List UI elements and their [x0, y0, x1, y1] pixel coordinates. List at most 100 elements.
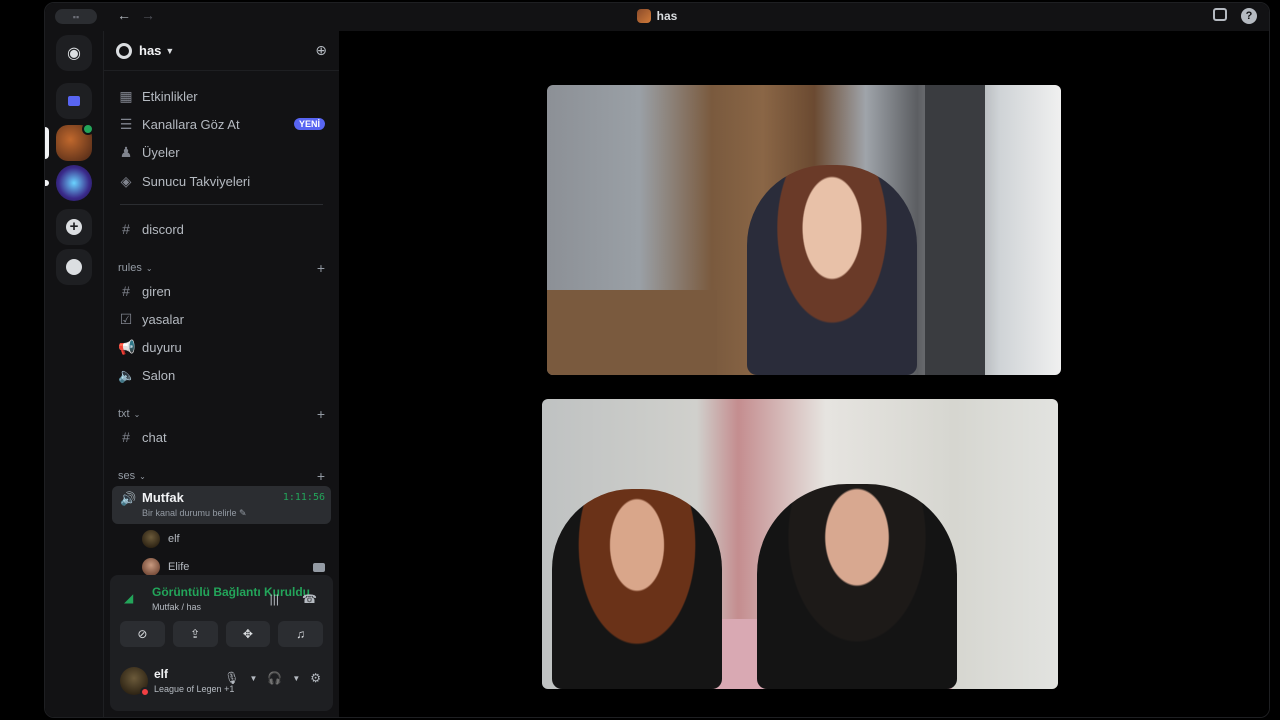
calendar-icon: ▦	[119, 87, 133, 104]
channel-salon[interactable]: 🔈 Salon	[112, 362, 331, 388]
avatar	[142, 530, 160, 548]
server-other-icon[interactable]	[56, 165, 92, 201]
channel-name: duyuru	[142, 339, 182, 355]
video-stage	[339, 31, 1269, 717]
live-indicator	[82, 123, 94, 135]
video-tile[interactable]	[547, 85, 1061, 375]
server-header[interactable]: has ▼ ⊕	[104, 31, 339, 71]
title-actions: ?	[1213, 8, 1257, 24]
menu-browse-channels[interactable]: ☰ Kanallara Göz At YENİ	[112, 111, 331, 137]
headphones-icon[interactable]: 🎧	[267, 671, 282, 685]
category-ses[interactable]: ses ⌄ +	[118, 468, 325, 484]
call-timer: 1:11:56	[282, 492, 325, 503]
disconnect-icon[interactable]: ☎	[302, 592, 317, 606]
hash-icon: #	[122, 283, 130, 299]
checkbox-channel-icon: ☑	[119, 310, 133, 327]
selected-pill	[45, 127, 49, 159]
channel-sidebar: has ▼ ⊕ ▦ Etkinlikler ☰ Kanallara Göz At…	[103, 31, 339, 717]
window-title: has	[45, 9, 1269, 23]
connection-status-text[interactable]: Görüntülü Bağlantı Kuruldu	[152, 585, 310, 599]
category-rules[interactable]: rules ⌄ +	[118, 260, 325, 276]
members-icon: ♟	[119, 143, 133, 160]
server-icon	[636, 9, 651, 23]
user-panel: elf League of Legen +1 🎙 ▼ 🎧 ▼ ⚙	[118, 661, 325, 703]
channel-name: chat	[142, 429, 167, 445]
username[interactable]: elf	[154, 667, 168, 681]
discover-icon[interactable]	[56, 249, 92, 285]
divider	[120, 204, 323, 205]
signal-icon: ◢	[124, 591, 134, 605]
menu-server-boosts[interactable]: ◈ Sunucu Takviyeleri	[112, 168, 331, 194]
window-title-text: has	[656, 9, 678, 23]
voice-channel-name: Mutfak	[142, 490, 184, 505]
user-controls: 🎙 ▼ 🎧 ▼ ⚙	[224, 671, 321, 685]
connection-location[interactable]: Mutfak / has	[152, 602, 201, 612]
channel-name: Salon	[142, 367, 176, 383]
add-channel-icon[interactable]: +	[317, 468, 325, 484]
category-name: rules	[118, 262, 142, 274]
browse-channels-icon: ☰	[119, 115, 133, 132]
folder-icon[interactable]	[56, 83, 92, 119]
server-has-icon[interactable]	[56, 123, 94, 161]
menu-label: Sunucu Takviyeleri	[142, 173, 251, 189]
channel-duyuru[interactable]: 📢 duyuru	[112, 334, 331, 360]
add-server-icon[interactable]: +	[56, 209, 92, 245]
channel-yasalar[interactable]: ☑ yasalar	[112, 306, 331, 332]
menu-members[interactable]: ♟ Üyeler	[112, 139, 331, 165]
discord-home-icon[interactable]: ◉	[56, 35, 92, 71]
camera-icon	[313, 562, 325, 572]
channel-name: discord	[142, 221, 184, 237]
voice-user-name: elf	[168, 533, 180, 545]
menu-events[interactable]: ▦ Etkinlikler	[112, 83, 331, 109]
server-gear-icon	[116, 42, 132, 59]
chevron-down-icon: ⌄	[139, 471, 146, 481]
channel-giren[interactable]: # giren	[112, 278, 331, 304]
channel-chat[interactable]: # chat	[112, 424, 331, 450]
chevron-down-icon: ▼	[165, 45, 175, 56]
inbox-icon[interactable]	[1213, 8, 1227, 21]
video-background	[925, 85, 985, 375]
avatar	[142, 558, 160, 576]
menu-label: Kanallara Göz At	[142, 116, 240, 132]
video-tile[interactable]	[542, 399, 1058, 689]
speaker-icon: 🔊	[120, 491, 137, 506]
category-txt[interactable]: txt ⌄ +	[118, 406, 325, 422]
active-voice-channel[interactable]: 🔊 Mutfak 1:11:56 Bir kanal durumu belirl…	[112, 486, 331, 524]
voice-panel: ◢ Görüntülü Bağlantı Kuruldu Mutfak / ha…	[110, 575, 333, 711]
hash-icon: #	[122, 221, 130, 237]
microphone-icon[interactable]: 🎙	[224, 671, 239, 685]
video-participant	[747, 165, 917, 375]
channel-name: giren	[142, 283, 171, 299]
channel-discord[interactable]: # discord	[112, 216, 331, 242]
gear-icon[interactable]: ⚙	[310, 671, 321, 685]
boost-icon: ◈	[120, 172, 132, 189]
activities-icon[interactable]: ✥	[225, 621, 271, 647]
channel-name: yasalar	[142, 311, 184, 327]
status-dnd-icon	[140, 687, 150, 697]
help-icon[interactable]: ?	[1241, 8, 1257, 24]
screen-share-icon[interactable]: ⇪	[172, 621, 218, 647]
category-name: txt	[118, 408, 130, 420]
hash-icon: #	[122, 429, 130, 445]
soundboard-icon[interactable]: ♫	[278, 621, 323, 647]
invite-user-icon[interactable]: ⊕	[315, 42, 327, 59]
camera-off-icon[interactable]: ⊘	[120, 621, 165, 647]
speaker-icon: 🔈	[118, 366, 136, 383]
category-name: ses	[118, 470, 136, 482]
new-badge: YENİ	[293, 118, 325, 130]
chevron-down-icon: ⌄	[145, 263, 153, 273]
app-window: ▪▪ ← → has ? ◉ + has ▼ ⊕ ▦ Etkinlikler ☰…	[44, 2, 1270, 718]
chevron-down-icon[interactable]: ▼	[292, 674, 300, 683]
add-channel-icon[interactable]: +	[317, 406, 325, 422]
server-name: has	[139, 43, 162, 58]
server-list: ◉ +	[45, 31, 103, 717]
unread-pill	[45, 180, 49, 186]
add-channel-icon[interactable]: +	[317, 260, 325, 276]
voice-user[interactable]: elf	[142, 528, 331, 550]
chevron-down-icon[interactable]: ▼	[249, 674, 257, 683]
user-activity: League of Legen +1	[154, 684, 235, 694]
channel-status-prompt[interactable]: Bir kanal durumu belirle ✎	[142, 508, 247, 519]
noise-suppression-icon[interactable]: |||	[270, 592, 279, 606]
avatar[interactable]	[120, 667, 150, 697]
title-bar: ▪▪ ← → has ?	[45, 3, 1269, 31]
